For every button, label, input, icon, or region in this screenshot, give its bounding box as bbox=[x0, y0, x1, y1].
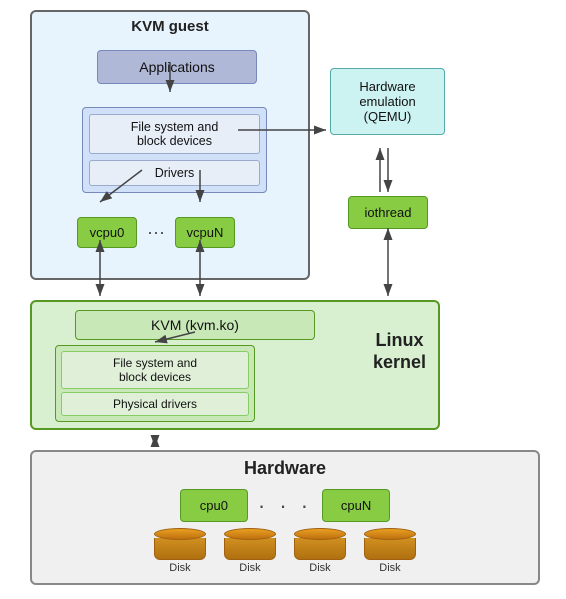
physical-drivers-box: Physical drivers bbox=[61, 392, 249, 416]
fs-guest-inner: File system andblock devices bbox=[89, 114, 260, 154]
disk-row: Disk Disk Disk Disk bbox=[32, 526, 538, 580]
fs-guest-box: File system andblock devices Drivers bbox=[82, 107, 267, 193]
vcpuN-box: vcpuN bbox=[175, 217, 235, 248]
diagram: KVM guest Applications File system andbl… bbox=[0, 0, 566, 599]
disk-icon-3: Disk bbox=[294, 528, 346, 574]
disk-label-2: Disk bbox=[239, 562, 260, 574]
hardware-emulation-box: Hardwareemulation(QEMU) bbox=[330, 68, 445, 135]
disk-label-1: Disk bbox=[169, 562, 190, 574]
applications-box: Applications bbox=[97, 50, 257, 84]
drivers-box: Drivers bbox=[89, 160, 260, 186]
disk-icon-4: Disk bbox=[364, 528, 416, 574]
vcpu0-box: vcpu0 bbox=[77, 217, 137, 248]
linux-kernel-title: Linuxkernel bbox=[373, 330, 426, 373]
kvm-guest-title: KVM guest bbox=[32, 12, 308, 39]
iothread-box: iothread bbox=[348, 196, 428, 229]
fs-kernel-inner: File system andblock devices bbox=[61, 351, 249, 389]
kvm-ko-box: KVM (kvm.ko) bbox=[75, 310, 315, 340]
disk-body-1 bbox=[154, 538, 206, 560]
disk-label-3: Disk bbox=[309, 562, 330, 574]
disk-body-2 bbox=[224, 538, 276, 560]
disk-top-3 bbox=[294, 528, 346, 540]
cpu-dots: · · · bbox=[258, 493, 312, 519]
disk-body-3 bbox=[294, 538, 346, 560]
disk-top-4 bbox=[364, 528, 416, 540]
disk-icon-1: Disk bbox=[154, 528, 206, 574]
disk-body-4 bbox=[364, 538, 416, 560]
disk-label-4: Disk bbox=[379, 562, 400, 574]
fs-kernel-box: File system andblock devices Physical dr… bbox=[55, 345, 255, 422]
hardware-title: Hardware bbox=[32, 452, 538, 483]
hardware-box: Hardware cpu0 · · · cpuN Disk Disk Disk bbox=[30, 450, 540, 585]
cpu-row: cpu0 · · · cpuN bbox=[32, 483, 538, 526]
vcpu-dots: ··· bbox=[143, 222, 169, 243]
disk-icon-2: Disk bbox=[224, 528, 276, 574]
vcpu-row: vcpu0 ··· vcpuN bbox=[77, 217, 235, 248]
kvm-guest-box: KVM guest Applications File system andbl… bbox=[30, 10, 310, 280]
cpuN-box: cpuN bbox=[322, 489, 390, 522]
cpu0-box: cpu0 bbox=[180, 489, 248, 522]
disk-top-1 bbox=[154, 528, 206, 540]
disk-top-2 bbox=[224, 528, 276, 540]
